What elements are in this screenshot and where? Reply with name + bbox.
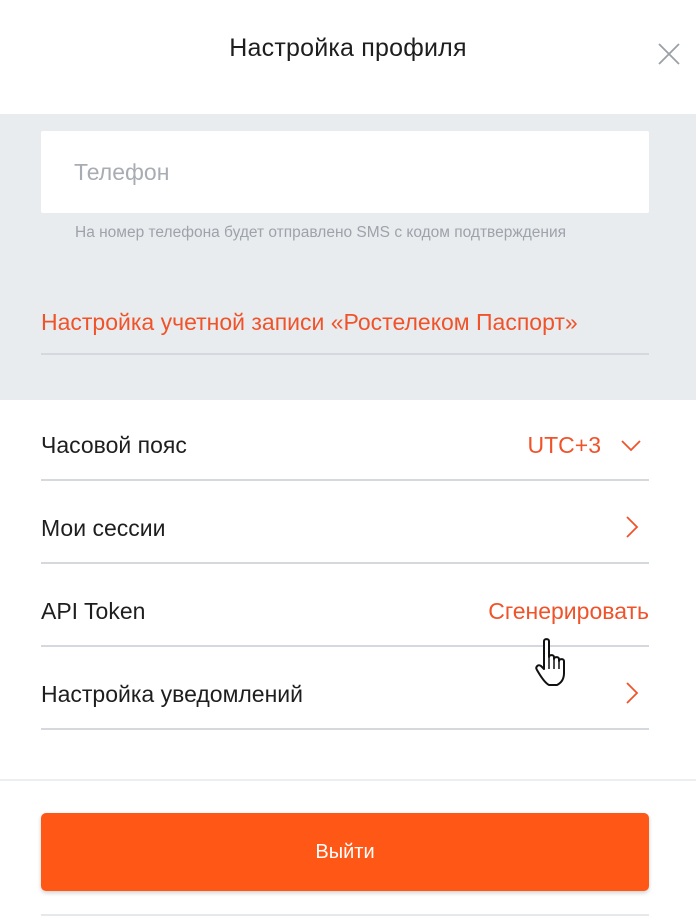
api-token-row: API Token Сгенерировать	[41, 564, 649, 647]
timezone-row[interactable]: Часовой пояс UTC+3	[41, 398, 649, 481]
sessions-row[interactable]: Мои сессии	[41, 481, 649, 564]
passport-settings-link[interactable]: Настройка учетной записи «Ростелеком Пас…	[41, 309, 578, 336]
phone-section: На номер телефона будет отправлено SMS с…	[0, 114, 696, 400]
notifications-label: Настройка уведомлений	[41, 681, 303, 707]
api-token-label: API Token	[41, 598, 146, 624]
timezone-value[interactable]: UTC+3	[528, 432, 602, 459]
chevron-right-icon[interactable]	[619, 515, 643, 539]
divider	[41, 353, 649, 355]
bottom-divider	[41, 914, 649, 916]
dialog-title: Настройка профиля	[229, 34, 467, 62]
close-icon[interactable]	[655, 40, 683, 68]
sessions-label: Мои сессии	[41, 515, 166, 541]
phone-hint: На номер телефона будет отправлено SMS с…	[75, 224, 567, 241]
footer-divider	[0, 779, 696, 781]
phone-input[interactable]	[41, 131, 649, 213]
generate-token-button[interactable]: Сгенерировать	[488, 598, 649, 625]
hand-pointer-icon	[535, 638, 565, 686]
dialog-header: Настройка профиля	[0, 0, 696, 114]
chevron-right-icon[interactable]	[619, 681, 643, 705]
profile-settings-dialog: Настройка профиля На номер телефона буде…	[0, 0, 696, 918]
logout-button[interactable]: Выйти	[41, 813, 649, 891]
chevron-down-icon[interactable]	[619, 434, 643, 458]
timezone-label: Часовой пояс	[41, 432, 187, 458]
